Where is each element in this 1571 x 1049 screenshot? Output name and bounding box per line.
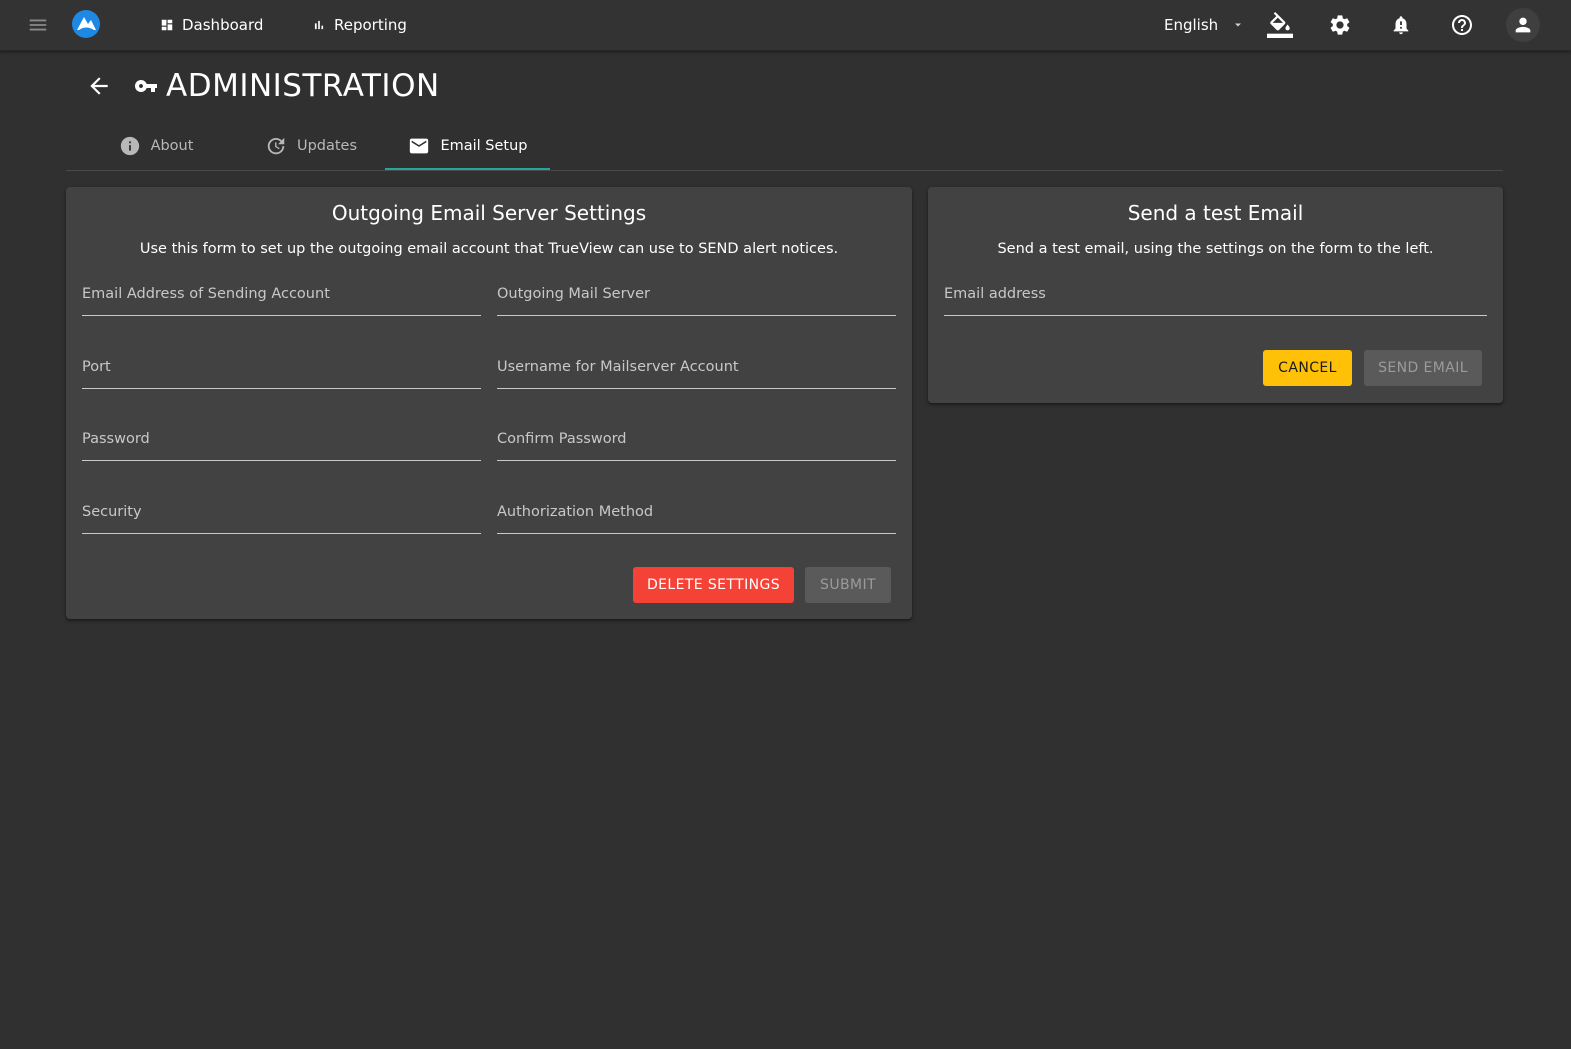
security-input[interactable] <box>82 498 481 533</box>
nav-reporting-label: Reporting <box>334 16 407 34</box>
active-tab-indicator <box>385 168 550 170</box>
port-field[interactable]: Port <box>82 353 481 389</box>
back-arrow-icon[interactable] <box>84 71 114 101</box>
nav-reporting[interactable]: Reporting <box>312 12 407 38</box>
language-value: English <box>1164 16 1219 34</box>
settings-gear-icon[interactable] <box>1322 7 1358 43</box>
mail-icon <box>410 138 429 154</box>
tab-updates[interactable]: Updates <box>236 122 386 170</box>
page-title: ADMINISTRATION <box>166 68 440 104</box>
tab-about[interactable]: About <box>86 122 226 170</box>
server-settings-title: Outgoing Email Server Settings <box>331 201 647 225</box>
test-email-card: Send a test Email Send a test email, usi… <box>928 187 1503 403</box>
submit-button[interactable]: SUBMIT <box>805 567 891 603</box>
test-email-address-field[interactable]: Email address <box>944 280 1487 316</box>
sending-email-field[interactable]: Email Address of Sending Account <box>82 280 481 316</box>
outgoing-server-input[interactable] <box>497 280 896 315</box>
page-header: ADMINISTRATION <box>84 64 440 108</box>
tab-updates-label: Updates <box>296 138 358 154</box>
username-field[interactable]: Username for Mailserver Account <box>497 353 896 389</box>
send-email-button[interactable]: SEND EMAIL <box>1364 350 1482 386</box>
menu-icon[interactable] <box>20 7 56 43</box>
test-email-title: Send a test Email <box>1127 201 1304 225</box>
delete-settings-button[interactable]: DELETE SETTINGS <box>633 567 794 603</box>
help-icon[interactable] <box>1444 7 1480 43</box>
outgoing-server-field[interactable]: Outgoing Mail Server <box>497 280 896 316</box>
sending-email-input[interactable] <box>82 280 481 315</box>
test-email-description: Send a test email, using the settings on… <box>997 241 1434 257</box>
chevron-down-icon <box>1235 23 1242 27</box>
info-icon <box>120 136 139 156</box>
security-select[interactable]: Security <box>82 498 481 534</box>
app-logo-icon[interactable] <box>70 8 102 40</box>
authorization-method-select[interactable]: Authorization Method <box>497 498 896 534</box>
server-settings-card: Outgoing Email Server Settings Use this … <box>66 187 912 619</box>
user-avatar-icon[interactable] <box>1506 8 1540 42</box>
test-email-address-input[interactable] <box>944 280 1487 315</box>
tab-about-label: About <box>150 138 194 154</box>
nav-dashboard-label: Dashboard <box>182 16 264 34</box>
language-select[interactable]: English <box>1164 12 1244 38</box>
top-app-bar: Dashboard Reporting English <box>0 0 1571 51</box>
bar-chart-icon <box>314 20 324 30</box>
dashboard-icon <box>161 19 173 31</box>
confirm-password-field[interactable]: Confirm Password <box>497 425 896 461</box>
server-settings-description: Use this form to set up the outgoing ema… <box>139 241 839 257</box>
cancel-button[interactable]: CANCEL <box>1263 350 1352 386</box>
password-field[interactable]: Password <box>82 425 481 461</box>
notification-bell-icon[interactable] <box>1383 7 1419 43</box>
update-icon <box>267 137 285 155</box>
port-input[interactable] <box>82 353 481 388</box>
tab-email-setup-label: Email Setup <box>440 138 528 154</box>
tab-email-setup[interactable]: Email Setup <box>386 122 550 170</box>
username-input[interactable] <box>497 353 896 388</box>
theme-paint-icon[interactable] <box>1262 7 1298 43</box>
admin-tabs: About Updates Email Setup <box>66 122 1503 171</box>
key-icon <box>134 74 158 98</box>
password-input[interactable] <box>82 425 481 460</box>
confirm-password-input[interactable] <box>497 425 896 460</box>
nav-dashboard[interactable]: Dashboard <box>160 12 263 38</box>
authorization-method-input[interactable] <box>497 498 896 533</box>
